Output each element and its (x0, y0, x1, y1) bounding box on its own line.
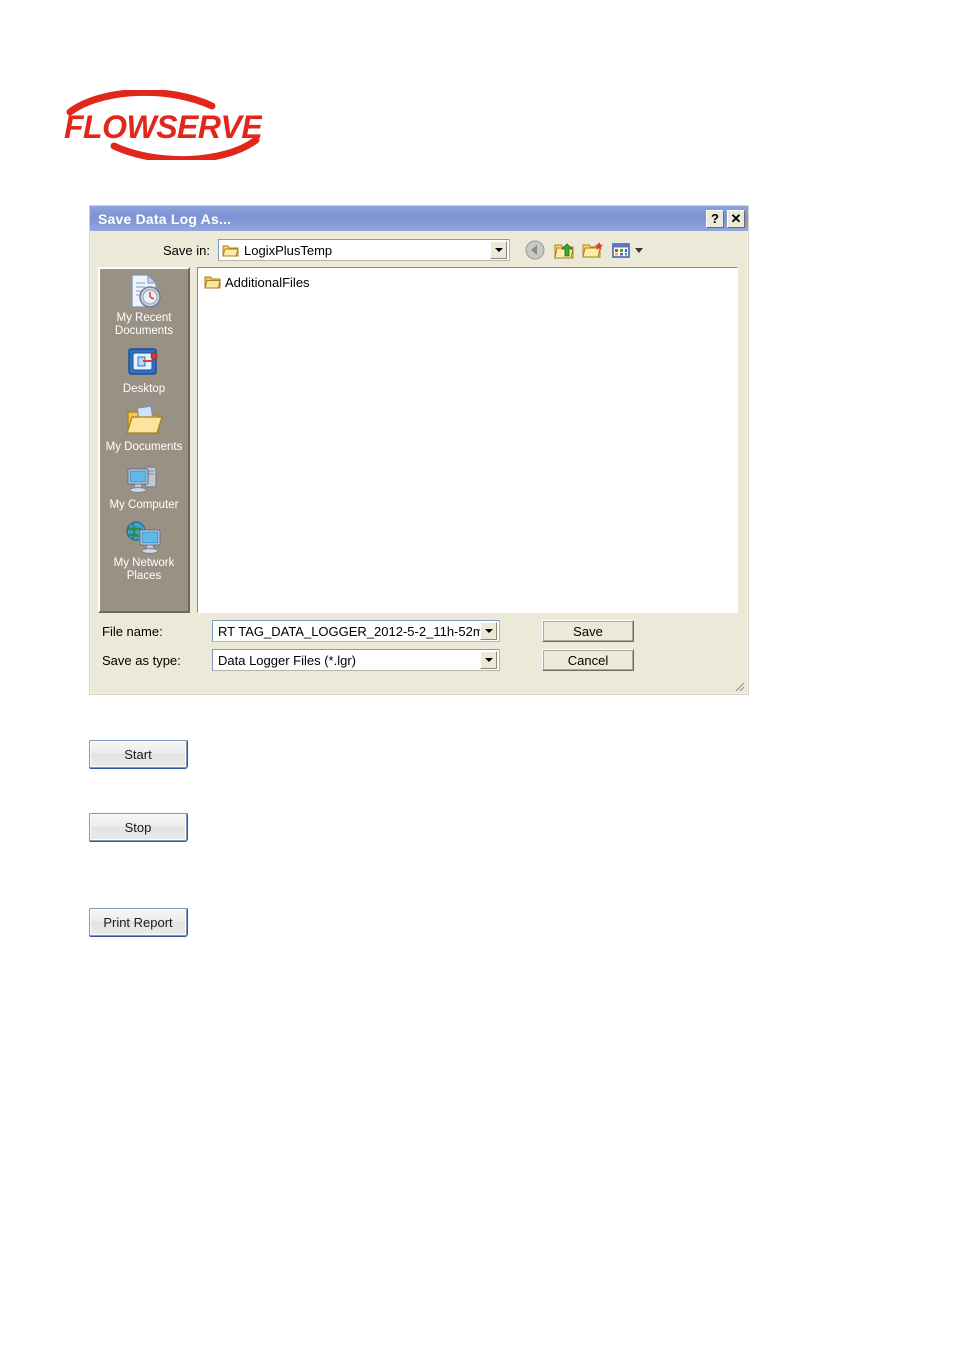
save-button[interactable]: Save (542, 620, 634, 642)
my-network-places-icon (124, 518, 164, 556)
place-my-computer[interactable]: My Computer (100, 460, 188, 512)
flowserve-logo: FLOWSERVE ® (62, 90, 262, 160)
place-label: Desktop (122, 383, 166, 395)
save-as-type-combo[interactable]: Data Logger Files (*.lgr) (212, 649, 500, 671)
up-one-level-icon[interactable] (553, 240, 575, 261)
save-in-combo[interactable]: LogixPlusTemp (218, 239, 510, 261)
start-button[interactable]: Start (89, 740, 187, 768)
file-name-field-label: File name: (102, 623, 163, 639)
place-label: My Documents (105, 441, 183, 453)
views-icon (611, 240, 633, 261)
save-as-type-row: Save as type: Data Logger Files (*.lgr) … (98, 649, 738, 671)
file-name-row: File name: RT TAG_DATA_LOGGER_2012-5-2_1… (98, 620, 738, 642)
file-list[interactable]: AdditionalFiles (197, 267, 738, 613)
places-bar: My Recent Documents Desktop My Documents… (98, 267, 190, 613)
back-icon[interactable] (524, 240, 546, 261)
save-as-type-value: Data Logger Files (*.lgr) (218, 652, 356, 668)
place-label: My Recent Documents (114, 312, 174, 337)
file-name-label: AdditionalFiles (225, 275, 310, 290)
folder-open-icon (219, 243, 239, 258)
svg-text:®: ® (248, 138, 255, 148)
print-report-button[interactable]: Print Report (89, 908, 187, 936)
resize-grip[interactable] (731, 678, 745, 692)
dialog-body: My Recent Documents Desktop My Documents… (90, 267, 748, 613)
close-button[interactable]: ✕ (727, 209, 745, 228)
dialog-titlebar[interactable]: Save Data Log As... ? ✕ (90, 206, 748, 231)
list-item[interactable]: AdditionalFiles (202, 273, 737, 292)
desktop-icon (124, 344, 164, 382)
save-in-value: LogixPlusTemp (244, 242, 333, 258)
save-in-row: Save in: LogixPlusTemp (90, 231, 748, 267)
stop-button[interactable]: Stop (89, 813, 187, 841)
help-button[interactable]: ? (706, 209, 724, 228)
file-name-input[interactable]: RT TAG_DATA_LOGGER_2012-5-2_11h-52m (213, 624, 480, 639)
recent-documents-icon (124, 273, 164, 311)
views-dropdown-arrow[interactable] (635, 247, 643, 253)
my-documents-icon (124, 402, 164, 440)
save-in-label: Save in: (163, 242, 210, 258)
views-button[interactable] (611, 240, 643, 261)
save-in-dropdown-arrow[interactable] (490, 241, 507, 259)
dialog-footer: File name: RT TAG_DATA_LOGGER_2012-5-2_1… (90, 613, 748, 671)
create-new-folder-icon[interactable] (582, 240, 604, 261)
save-as-type-label: Save as type: (102, 652, 181, 668)
dialog-toolbar (524, 240, 643, 261)
file-name-combo[interactable]: RT TAG_DATA_LOGGER_2012-5-2_11h-52m (212, 620, 500, 642)
place-my-network-places[interactable]: My Network Places (100, 518, 188, 583)
save-as-type-dropdown-arrow[interactable] (480, 651, 497, 669)
place-my-documents[interactable]: My Documents (100, 402, 188, 454)
cancel-button[interactable]: Cancel (542, 649, 634, 671)
place-label: My Computer (109, 499, 179, 511)
place-my-recent-documents[interactable]: My Recent Documents (100, 273, 188, 338)
save-data-log-dialog: Save Data Log As... ? ✕ Save in: LogixPl… (89, 205, 749, 695)
place-label: My Network Places (113, 557, 175, 582)
dialog-title: Save Data Log As... (98, 210, 232, 227)
my-computer-icon (124, 460, 164, 498)
place-desktop[interactable]: Desktop (100, 344, 188, 396)
svg-text:FLOWSERVE: FLOWSERVE (64, 109, 262, 145)
file-name-dropdown-arrow[interactable] (480, 622, 497, 640)
folder-icon (204, 275, 221, 290)
